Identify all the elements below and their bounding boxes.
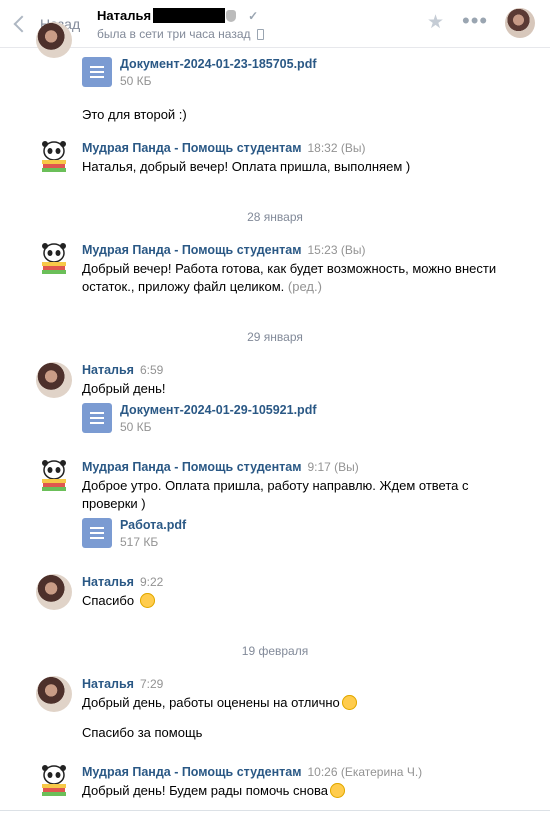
redacted-block: [153, 8, 226, 23]
author-name[interactable]: Мудрая Панда - Помощь студентам: [82, 765, 301, 779]
doc-info: Работа.pdf 517 КБ: [120, 518, 186, 549]
peer-avatar[interactable]: [505, 8, 535, 38]
document-attachment[interactable]: Работа.pdf 517 КБ: [82, 518, 522, 549]
message-time[interactable]: 6:59: [140, 363, 163, 377]
message-text: Добрый день!: [82, 381, 166, 396]
cat-emoji-icon: [226, 9, 237, 22]
divider: [0, 810, 550, 811]
chat-header: Назад Наталья ✓ была в сети три часа наз…: [0, 0, 550, 48]
doc-name[interactable]: Документ-2024-01-23-185705.pdf: [120, 57, 317, 71]
author-name[interactable]: Мудрая Панда - Помощь студентам: [82, 460, 301, 474]
upside-down-face-emoji-icon: [341, 695, 357, 710]
message-body: Мудрая Панда - Помощь студентам 9:17 (Вы)…: [82, 459, 522, 549]
chevron-left-icon: [13, 15, 31, 33]
more-dots-icon[interactable]: •••: [462, 10, 488, 32]
message-body: Наталья 7:29 Добрый день, работы оценены …: [82, 676, 522, 742]
avatar[interactable]: [36, 574, 72, 610]
peer-info[interactable]: Наталья ✓ была в сети три часа назад: [97, 8, 264, 41]
document-attachment[interactable]: Документ-2024-01-23-185705.pdf 50 КБ: [82, 57, 522, 88]
author-name[interactable]: Наталья: [82, 575, 134, 589]
author-name[interactable]: Наталья: [82, 677, 134, 691]
author-name[interactable]: Наталья: [82, 363, 134, 377]
date-separator: 29 января: [247, 330, 303, 344]
doc-info: Документ-2024-01-23-185705.pdf 50 КБ: [120, 57, 317, 88]
star-icon[interactable]: ★: [427, 12, 444, 34]
avatar[interactable]: [36, 22, 72, 58]
document-icon: [82, 403, 112, 433]
date-separator: 28 января: [247, 210, 303, 224]
message-body: Наталья 6:59 Добрый день! Документ-2024-0…: [82, 362, 522, 434]
document-icon: [82, 518, 112, 548]
check-icon: ✓: [248, 8, 259, 23]
peer-name: Наталья: [97, 8, 152, 23]
mobile-icon: [256, 28, 264, 40]
doc-size: 50 КБ: [120, 74, 152, 88]
message-text: Доброе утро. Оплата пришла, работу напра…: [82, 478, 469, 511]
message-text: Добрый день, работы оценены на отлично: [82, 694, 522, 712]
doc-name[interactable]: Документ-2024-01-29-105921.pdf: [120, 403, 317, 417]
smile-emoji-icon: [329, 783, 345, 798]
doc-size: 50 КБ: [120, 420, 152, 434]
panda-avatar[interactable]: [40, 459, 68, 493]
peer-status-row: была в сети три часа назад: [97, 27, 264, 41]
message-time[interactable]: 9:17 (Вы): [307, 460, 358, 474]
message-body: Документ-2024-01-23-185705.pdf 50 КБ Это…: [82, 52, 522, 124]
date-separator: 19 февраля: [241, 644, 309, 658]
smile-emoji-icon: [139, 593, 155, 608]
panda-avatar[interactable]: [40, 764, 68, 798]
peer-status: была в сети три часа назад: [97, 27, 251, 41]
message-body: Мудрая Панда - Помощь студентам 10:26 (Ек…: [82, 764, 522, 800]
document-icon: [82, 57, 112, 87]
message-text: Спасибо: [82, 592, 522, 610]
message-time[interactable]: 18:32 (Вы): [307, 141, 365, 155]
panda-avatar[interactable]: [40, 242, 68, 276]
message-text-content: Добрый день! Будем рады помочь снова: [82, 783, 328, 798]
message-text: Это для второй :): [82, 107, 187, 122]
peer-name-row: Наталья ✓: [97, 8, 264, 23]
author-name[interactable]: Мудрая Панда - Помощь студентам: [82, 243, 301, 257]
message-time[interactable]: 10:26 (Екатерина Ч.): [307, 765, 422, 779]
message-body: Мудрая Панда - Помощь студентам 18:32 (Вы…: [82, 140, 522, 176]
message-text: Добрый вечер! Работа готова, как будет в…: [82, 260, 522, 296]
document-attachment[interactable]: Документ-2024-01-29-105921.pdf 50 КБ: [82, 403, 522, 434]
doc-name[interactable]: Работа.pdf: [120, 518, 186, 532]
message-text: Добрый день! Будем рады помочь снова: [82, 782, 522, 800]
message-time[interactable]: 15:23 (Вы): [307, 243, 365, 257]
message-body: Мудрая Панда - Помощь студентам 15:23 (Вы…: [82, 242, 522, 296]
message-time[interactable]: 7:29: [140, 677, 163, 691]
avatar[interactable]: [36, 362, 72, 398]
author-name[interactable]: Мудрая Панда - Помощь студентам: [82, 141, 301, 155]
message-text-content: Добрый день, работы оценены на отлично: [82, 695, 340, 710]
avatar[interactable]: [36, 676, 72, 712]
message-text-content: Спасибо: [82, 593, 135, 608]
doc-size: 517 КБ: [120, 535, 159, 549]
panda-avatar[interactable]: [40, 140, 68, 174]
message-text: Наталья, добрый вечер! Оплата пришла, вы…: [82, 159, 411, 174]
message-body: Наталья 9:22 Спасибо: [82, 574, 522, 610]
doc-info: Документ-2024-01-29-105921.pdf 50 КБ: [120, 403, 317, 434]
message-time[interactable]: 9:22: [140, 575, 163, 589]
message-text: Спасибо за помощь: [82, 725, 203, 740]
edited-mark: (ред.): [287, 279, 322, 294]
